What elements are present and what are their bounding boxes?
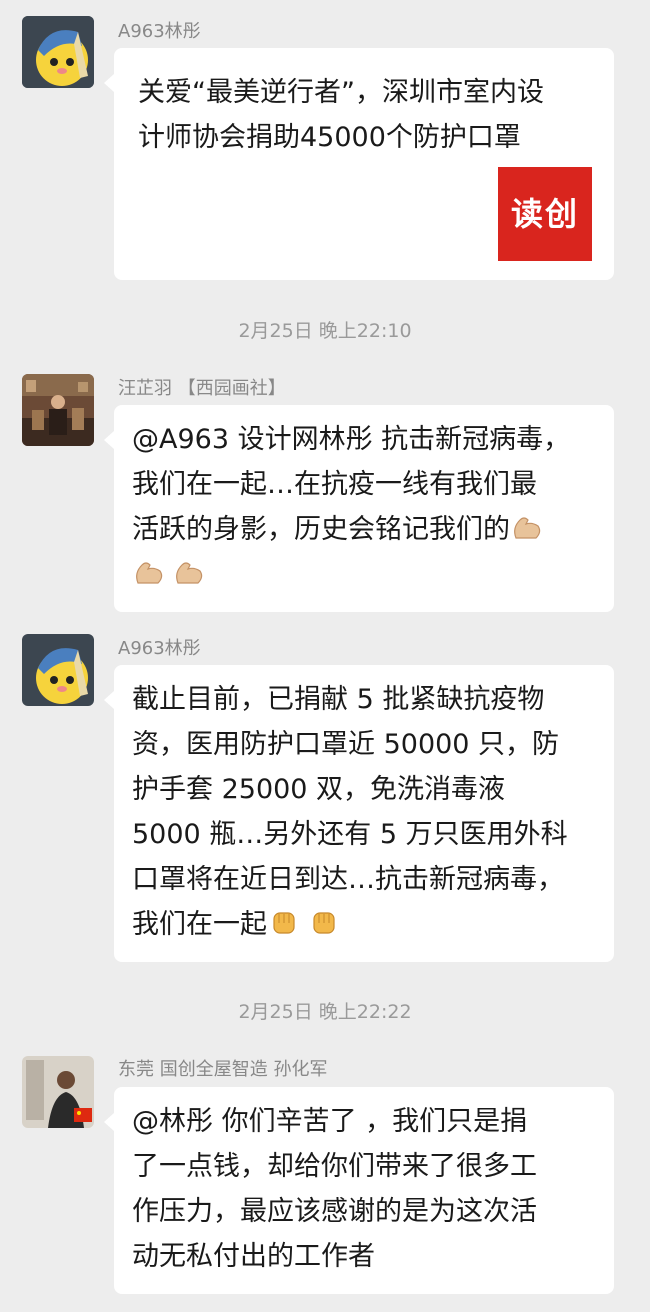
raised-fist-icon [267,905,301,939]
person-in-gallery-photo-avatar [22,374,94,446]
duchuang-logo: 读创 [498,167,592,261]
avatar[interactable] [22,16,94,88]
sender-name: A963林彤 [118,21,201,42]
man-portrait-with-flag-avatar [22,1056,94,1128]
link-title-line: 关爱“最美逆行者”，深圳市室内设 [138,77,544,108]
timestamp: 2月25日 晚上22:10 [238,320,412,342]
avatar[interactable] [22,374,94,446]
message-bubble[interactable]: @A963 设计网林彤 抗击新冠病毒， 我们在一起…在抗疫一线有我们最 活跃的身… [104,405,614,612]
avatar[interactable] [22,1056,94,1128]
flexed-biceps-icon [510,510,544,544]
message-text-line: 5000 瓶…另外还有 5 万只医用外科 [132,819,568,850]
message-text-line: 动无私付出的工作者 [132,1241,375,1272]
avatar[interactable] [22,634,94,706]
sender-name: 东莞 国创全屋智造 孙化军 [118,1059,328,1080]
message-text-line: 活跃的身影，历史会铭记我们的 [132,507,596,552]
link-card-bubble[interactable]: 关爱“最美逆行者”，深圳市室内设 计师协会捐助45000个防护口罩 读创 [104,48,614,280]
message-text-line: 我们在一起 [132,902,596,947]
message-text-line: 截止目前，已捐献 5 批紧缺抗疫物 [132,684,545,715]
girl-with-pearl-earring-cartoon-avatar [22,16,94,88]
message-text-line: @林彤 你们辛苦了 ，我们只是捐 [132,1106,528,1137]
girl-with-pearl-earring-cartoon-avatar [22,634,94,706]
message-text-line: 口罩将在近日到达…抗击新冠病毒， [132,864,564,895]
message-bubble[interactable]: 截止目前，已捐献 5 批紧缺抗疫物 资，医用防护口罩近 50000 只，防 护手… [104,665,614,962]
flexed-biceps-icon [172,555,206,589]
message-text-line: @A963 设计网林彤 抗击新冠病毒， [132,424,571,455]
message-text-line: 作压力，最应该感谢的是为这次活 [132,1196,537,1227]
timestamp: 2月25日 晚上22:22 [238,1001,412,1023]
message-text-line: 资，医用防护口罩近 50000 只，防 [132,729,560,760]
message-text-line: 护手套 25000 双，免洗消毒液 [132,774,506,805]
sender-name: 汪芷羽 【西园画社】 [118,378,286,399]
message-text-line: 我们在一起…在抗疫一线有我们最 [132,469,537,500]
message-text-line [132,552,596,597]
sender-name: A963林彤 [118,638,201,659]
link-title-line: 计师协会捐助45000个防护口罩 [138,122,521,153]
raised-fist-icon [307,905,341,939]
message-bubble[interactable]: @林彤 你们辛苦了 ，我们只是捐 了一点钱，却给你们带来了很多工 作压力，最应该… [104,1087,614,1294]
message-text-line: 了一点钱，却给你们带来了很多工 [132,1151,537,1182]
flexed-biceps-icon [132,555,166,589]
